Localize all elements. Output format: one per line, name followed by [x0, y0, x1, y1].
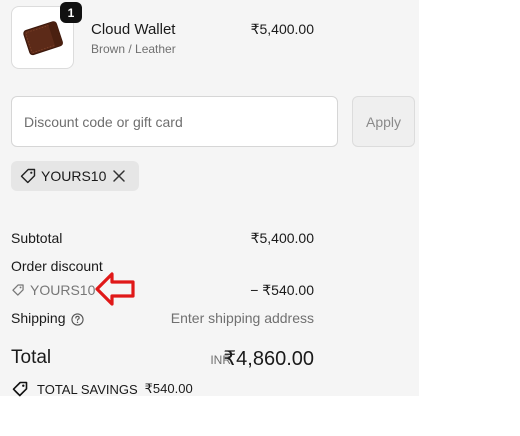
- subtotal-label: Subtotal: [11, 230, 63, 246]
- product-name: Cloud Wallet: [91, 21, 176, 38]
- discount-code-label: YOURS10: [30, 282, 96, 298]
- tag-icon: [12, 381, 28, 397]
- arrow-icon: [95, 272, 135, 306]
- discount-code-row: YOURS10: [11, 282, 95, 298]
- order-summary-panel: 1 Cloud Wallet Brown / Leather ₹5,400.00…: [0, 0, 419, 398]
- total-label: Total: [11, 347, 52, 368]
- product-variant: Brown / Leather: [91, 42, 176, 56]
- shipping-label-row: Shipping: [11, 310, 84, 326]
- help-icon: [70, 313, 84, 326]
- close-icon: [113, 170, 126, 182]
- discount-code-input[interactable]: [11, 96, 338, 147]
- shipping-help-button[interactable]: [70, 313, 84, 326]
- apply-button[interactable]: Apply: [352, 96, 415, 147]
- savings-label: TOTAL SAVINGS: [37, 381, 138, 397]
- total-value: ₹4,860.00: [223, 348, 314, 370]
- subtotal-value: ₹5,400.00: [250, 230, 314, 246]
- total-savings-row: TOTAL SAVINGS ₹540.00: [11, 380, 193, 398]
- tag-icon: [12, 284, 24, 296]
- discount-value: − ₹540.00: [250, 282, 314, 298]
- tag-icon: [20, 168, 36, 184]
- quantity-badge: 1: [60, 2, 82, 23]
- shipping-label: Shipping: [11, 310, 66, 326]
- applied-discount-chip: YOURS10: [11, 161, 139, 191]
- product-price: ₹5,400.00: [250, 21, 314, 37]
- savings-value: ₹540.00: [144, 381, 193, 396]
- shipping-value: Enter shipping address: [170, 310, 314, 326]
- order-discount-label: Order discount: [11, 258, 103, 274]
- applied-code-label: YOURS10: [41, 168, 107, 184]
- remove-discount-button[interactable]: [112, 169, 126, 183]
